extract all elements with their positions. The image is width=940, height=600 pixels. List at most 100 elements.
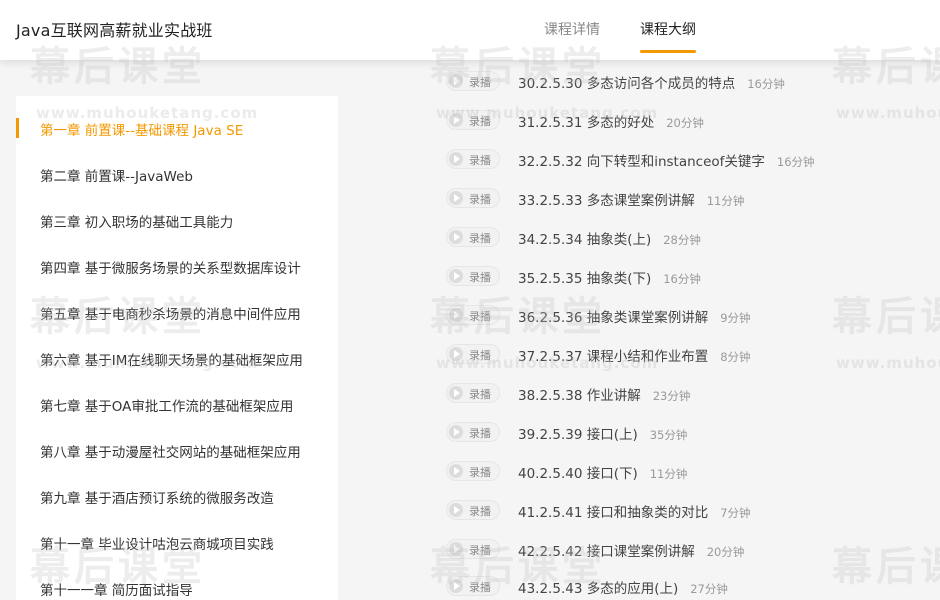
lesson-item[interactable]: 录播 42.2.5.42 接口课堂案例讲解 20分钟	[446, 535, 926, 563]
play-icon	[449, 152, 463, 166]
lesson-item[interactable]: 录播 39.2.5.39 接口(上) 35分钟	[446, 418, 926, 446]
lesson-item[interactable]: 录播 41.2.5.41 接口和抽象类的对比 7分钟	[446, 496, 926, 524]
chapter-label: 第八章 基于动漫屋社交网站的基础框架应用	[40, 445, 301, 461]
lesson-duration: 11分钟	[649, 467, 688, 481]
sidebar-item-chapter-11[interactable]: 第十一一章 简历面试指导	[16, 570, 338, 600]
lesson-item[interactable]: 录播 32.2.5.32 向下转型和instanceof关键字 16分钟	[446, 145, 926, 173]
recorded-label: 录播	[469, 232, 491, 245]
tab-course-outline[interactable]: 课程大纲	[640, 19, 696, 39]
sidebar-item-chapter-6[interactable]: 第六章 基于IM在线聊天场景的基础框架应用	[16, 340, 338, 376]
play-icon	[449, 503, 463, 517]
lesson-duration: 20分钟	[706, 545, 745, 559]
sidebar-item-chapter-5[interactable]: 第五章 基于电商秒杀场景的消息中间件应用	[16, 294, 338, 330]
header-bar: Java互联网高薪就业实战班 课程详情 课程大纲	[0, 0, 940, 60]
play-icon	[449, 113, 463, 127]
recorded-label: 录播	[469, 544, 491, 557]
recorded-label: 录播	[469, 581, 491, 594]
play-icon	[449, 191, 463, 205]
lesson-title: 41.2.5.41 接口和抽象类的对比	[518, 505, 709, 521]
sidebar-item-chapter-4[interactable]: 第四章 基于微服务场景的关系型数据库设计	[16, 248, 338, 284]
play-icon	[449, 542, 463, 556]
chapter-label: 第一章 前置课--基础课程 Java SE	[40, 123, 244, 139]
chapter-label: 第四章 基于微服务场景的关系型数据库设计	[40, 261, 301, 277]
lesson-title: 42.2.5.42 接口课堂案例讲解	[518, 544, 695, 560]
chapter-label: 第十一一章 简历面试指导	[40, 583, 193, 599]
play-icon	[449, 308, 463, 322]
chapter-sidebar: 第一章 前置课--基础课程 Java SE 第二章 前置课--JavaWeb 第…	[16, 96, 338, 600]
sidebar-item-chapter-7[interactable]: 第七章 基于OA审批工作流的基础框架应用	[16, 386, 338, 422]
recorded-badge: 录播	[446, 539, 500, 559]
active-chapter-indicator	[16, 118, 19, 138]
play-icon	[449, 347, 463, 361]
recorded-label: 录播	[469, 271, 491, 284]
lesson-item[interactable]: 录播 30.2.5.30 多态访问各个成员的特点 16分钟	[446, 67, 926, 95]
lesson-item[interactable]: 录播 43.2.5.43 多态的应用(上) 27分钟	[446, 572, 926, 600]
sidebar-item-chapter-1[interactable]: 第一章 前置课--基础课程 Java SE	[16, 110, 338, 146]
recorded-label: 录播	[469, 427, 491, 440]
lesson-title: 35.2.5.35 抽象类(下)	[518, 271, 652, 287]
lesson-title: 40.2.5.40 接口(下)	[518, 466, 638, 482]
play-icon	[449, 230, 463, 244]
lesson-title: 37.2.5.37 课程小结和作业布置	[518, 349, 709, 365]
recorded-badge: 录播	[446, 188, 500, 208]
lesson-title: 32.2.5.32 向下转型和instanceof关键字	[518, 154, 765, 170]
chapter-label: 第九章 基于酒店预订系统的微服务改造	[40, 491, 274, 507]
recorded-badge: 录播	[446, 500, 500, 520]
play-icon	[449, 269, 463, 283]
lesson-duration: 9分钟	[720, 311, 751, 325]
recorded-label: 录播	[469, 154, 491, 167]
recorded-badge: 录播	[446, 305, 500, 325]
lesson-duration: 8分钟	[720, 350, 751, 364]
lesson-title: 39.2.5.39 接口(上)	[518, 427, 638, 443]
play-icon	[449, 425, 463, 439]
recorded-badge: 录播	[446, 266, 500, 286]
play-icon	[449, 579, 463, 593]
sidebar-item-chapter-10[interactable]: 第十一章 毕业设计咕泡云商城项目实践	[16, 524, 338, 560]
recorded-label: 录播	[469, 388, 491, 401]
lesson-duration: 28分钟	[663, 233, 701, 247]
recorded-label: 录播	[469, 466, 491, 479]
chapter-label: 第三章 初入职场的基础工具能力	[40, 215, 234, 231]
sidebar-item-chapter-2[interactable]: 第二章 前置课--JavaWeb	[16, 156, 338, 192]
recorded-badge: 录播	[446, 71, 500, 91]
lesson-duration: 7分钟	[720, 506, 751, 520]
recorded-badge: 录播	[446, 227, 500, 247]
play-icon	[449, 464, 463, 478]
lesson-title: 33.2.5.33 多态课堂案例讲解	[518, 193, 695, 209]
course-title: Java互联网高薪就业实战班	[16, 21, 213, 40]
play-icon	[449, 386, 463, 400]
recorded-badge: 录播	[446, 149, 500, 169]
sidebar-item-chapter-8[interactable]: 第八章 基于动漫屋社交网站的基础框架应用	[16, 432, 338, 468]
recorded-label: 录播	[469, 310, 491, 323]
recorded-badge: 录播	[446, 344, 500, 364]
lesson-duration: 35分钟	[649, 428, 688, 442]
lesson-duration: 11分钟	[706, 194, 745, 208]
chapter-label: 第六章 基于IM在线聊天场景的基础框架应用	[40, 353, 303, 369]
lesson-item[interactable]: 录播 31.2.5.31 多态的好处 20分钟	[446, 106, 926, 134]
recorded-badge: 录播	[446, 110, 500, 130]
recorded-badge: 录播	[446, 383, 500, 403]
lesson-item[interactable]: 录播 35.2.5.35 抽象类(下) 16分钟	[446, 262, 926, 290]
lesson-item[interactable]: 录播 40.2.5.40 接口(下) 11分钟	[446, 457, 926, 485]
lesson-duration: 16分钟	[776, 155, 815, 169]
chapter-label: 第七章 基于OA审批工作流的基础框架应用	[40, 399, 294, 415]
sidebar-item-chapter-9[interactable]: 第九章 基于酒店预订系统的微服务改造	[16, 478, 338, 514]
sidebar-item-chapter-3[interactable]: 第三章 初入职场的基础工具能力	[16, 202, 338, 238]
lesson-title: 34.2.5.34 抽象类(上)	[518, 232, 652, 248]
lesson-duration: 16分钟	[747, 77, 785, 91]
recorded-badge: 录播	[446, 422, 500, 442]
lesson-title: 38.2.5.38 作业讲解	[518, 388, 641, 404]
lesson-item[interactable]: 录播 36.2.5.36 抽象类课堂案例讲解 9分钟	[446, 301, 926, 329]
lesson-duration: 16分钟	[663, 272, 701, 286]
lesson-duration: 27分钟	[690, 582, 728, 596]
recorded-label: 录播	[469, 349, 491, 362]
lesson-title: 43.2.5.43 多态的应用(上)	[518, 581, 679, 597]
lesson-item[interactable]: 录播 37.2.5.37 课程小结和作业布置 8分钟	[446, 340, 926, 368]
recorded-label: 录播	[469, 76, 491, 89]
recorded-label: 录播	[469, 505, 491, 518]
lesson-item[interactable]: 录播 33.2.5.33 多态课堂案例讲解 11分钟	[446, 184, 926, 212]
lesson-title: 36.2.5.36 抽象类课堂案例讲解	[518, 310, 709, 326]
tab-course-details[interactable]: 课程详情	[544, 19, 600, 39]
lesson-item[interactable]: 录播 34.2.5.34 抽象类(上) 28分钟	[446, 223, 926, 251]
lesson-item[interactable]: 录播 38.2.5.38 作业讲解 23分钟	[446, 379, 926, 407]
